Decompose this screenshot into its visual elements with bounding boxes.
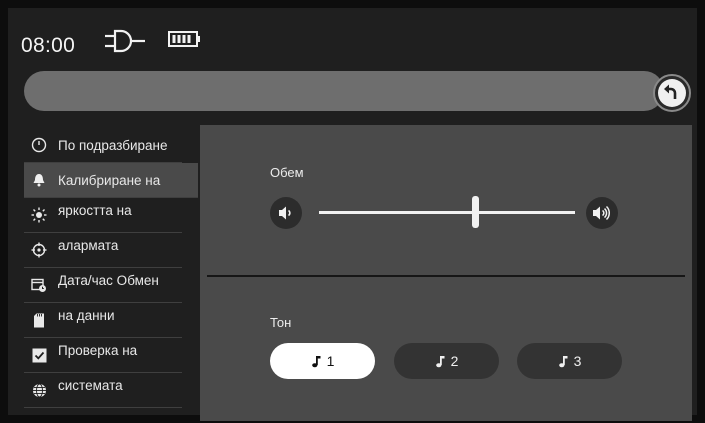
volume-label: Обем — [270, 165, 304, 180]
sidebar-item-alarm[interactable]: алармата — [24, 233, 182, 268]
device-screen: 08:00 По подразбиране Калибриране на ярк… — [8, 8, 697, 421]
battery-icon — [168, 30, 202, 53]
calendar-clock-icon — [29, 275, 49, 295]
sidebar-item-label: на данни — [58, 307, 115, 323]
sidebar-item-data-exchange[interactable]: на данни — [24, 303, 182, 338]
volume-slider-track[interactable] — [319, 211, 575, 214]
sidebar-item-label: системата — [58, 377, 123, 393]
sidebar-item-label: По подразбиране — [58, 137, 168, 153]
volume-up-button[interactable] — [586, 197, 618, 229]
sidebar-item-label: яркостта на — [58, 202, 132, 218]
settings-panel: Обем Тон 1 2 3 — [200, 125, 692, 421]
tone-option-label: 1 — [326, 353, 335, 369]
sidebar-item-label: Дата/час Обмен — [58, 272, 159, 288]
clock: 08:00 — [21, 34, 76, 57]
music-note-icon — [435, 355, 445, 367]
sidebar-item-system-check[interactable]: Проверка на — [24, 338, 182, 373]
checkbox-icon — [29, 345, 49, 365]
settings-sidebar: По подразбиране Калибриране на яркостта … — [24, 128, 198, 408]
music-note-icon — [558, 355, 568, 367]
bell-icon — [29, 170, 49, 190]
sidebar-item-brightness[interactable]: яркостта на — [24, 198, 182, 233]
tone-option-label: 2 — [450, 353, 459, 369]
back-arrow-icon — [658, 79, 686, 107]
volume-up-icon — [593, 205, 611, 221]
sd-card-icon — [29, 310, 49, 330]
status-bar: 08:00 — [8, 8, 697, 70]
music-note-icon — [311, 355, 321, 367]
title-bar — [24, 71, 664, 111]
globe-icon — [29, 380, 49, 400]
sidebar-item-default[interactable]: По подразбиране — [24, 128, 182, 163]
volume-down-icon — [279, 206, 291, 220]
sidebar-item-system[interactable]: системата — [24, 373, 182, 408]
sidebar-item-label: Калибриране на — [58, 172, 161, 188]
brightness-icon — [29, 205, 49, 225]
plug-icon — [103, 28, 147, 59]
sidebar-item-label: алармата — [58, 237, 119, 253]
crosshair-icon — [29, 240, 49, 260]
gauge-icon — [29, 135, 49, 155]
tone-option-3[interactable]: 3 — [517, 343, 622, 379]
sidebar-item-calibration[interactable]: Калибриране на — [24, 163, 198, 198]
tone-option-1[interactable]: 1 — [270, 343, 375, 379]
volume-down-button[interactable] — [270, 197, 302, 229]
sidebar-item-label: Проверка на — [58, 342, 138, 358]
back-button[interactable] — [653, 74, 691, 112]
sidebar-item-datetime[interactable]: Дата/час Обмен — [24, 268, 182, 303]
volume-slider-thumb[interactable] — [472, 196, 479, 228]
tone-label: Тон — [270, 315, 292, 330]
section-divider — [207, 275, 685, 277]
tone-option-2[interactable]: 2 — [394, 343, 499, 379]
tone-option-label: 3 — [573, 353, 582, 369]
